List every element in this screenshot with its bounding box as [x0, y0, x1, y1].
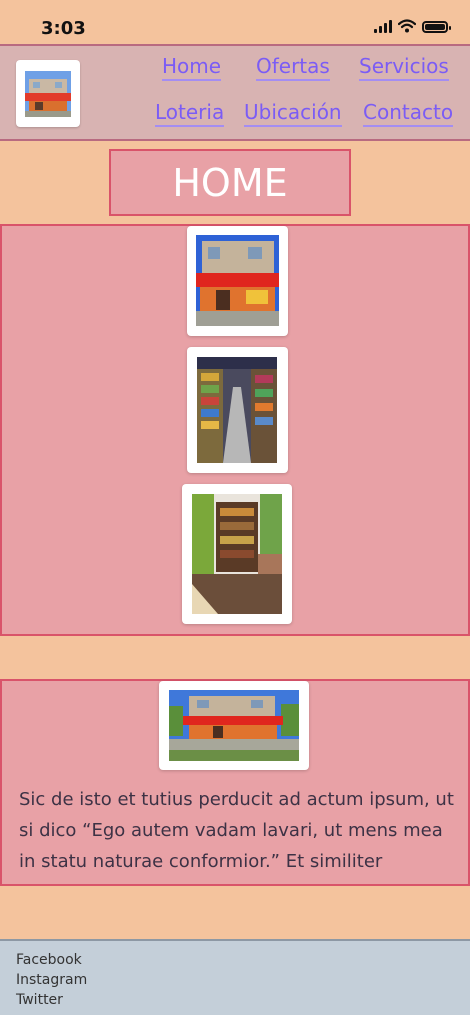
info-paragraph: Sic de isto et tutius perducit ad actum … [19, 789, 454, 872]
status-time: 3:03 [41, 18, 86, 39]
nav-ubicacion[interactable]: Ubicación [244, 100, 342, 127]
battery-icon [422, 21, 451, 33]
status-bar: 3:03 [0, 0, 470, 44]
site-footer: Facebook Instagram Twitter [0, 939, 470, 1015]
page-title: HOME [109, 149, 351, 216]
nav-loteria[interactable]: Loteria [155, 100, 225, 127]
storefront-image [196, 235, 279, 326]
site-header: Home Ofertas Servicios Loteria Ubicación… [0, 44, 470, 141]
gallery-photo-storefront[interactable] [187, 226, 288, 336]
storefront-wide-image [169, 690, 299, 761]
nav-home[interactable]: Home [162, 54, 222, 81]
footer-link-facebook[interactable]: Facebook [16, 952, 82, 968]
store-logo[interactable] [16, 60, 80, 127]
photo-gallery [0, 224, 470, 636]
nav-servicios[interactable]: Servicios [359, 54, 449, 81]
store-logo-image [25, 71, 71, 117]
signal-icon [374, 20, 392, 33]
gallery-photo-aisle[interactable] [187, 347, 288, 473]
nav-contacto[interactable]: Contacto [363, 100, 454, 127]
store-aisle-image [197, 357, 277, 463]
info-section: Sic de isto et tutius perducit ad actum … [0, 679, 470, 886]
info-photo-storefront[interactable] [159, 681, 309, 770]
footer-link-instagram[interactable]: Instagram [16, 972, 87, 988]
wifi-icon [398, 19, 416, 33]
store-interior-image [192, 494, 282, 614]
nav-ofertas[interactable]: Ofertas [256, 54, 330, 81]
status-icons [374, 19, 451, 33]
footer-link-twitter[interactable]: Twitter [16, 992, 63, 1008]
gallery-photo-interior[interactable] [182, 484, 292, 624]
